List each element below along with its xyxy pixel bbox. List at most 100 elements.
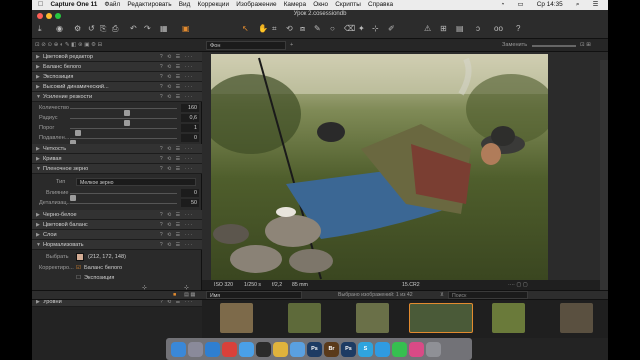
section-tools-icon[interactable]: ? ⟲ ☰ ··· — [160, 220, 194, 230]
sort-select[interactable]: Имя — [206, 291, 302, 299]
picker-tool-icon[interactable]: ⊹ — [372, 24, 379, 34]
dock-bridge-icon[interactable]: Br — [324, 341, 339, 357]
menu-file[interactable]: Файл — [101, 0, 124, 10]
section-tools-icon[interactable]: ? ⟲ ☰ ··· — [160, 210, 194, 220]
menu-scripts[interactable]: Скрипты — [332, 0, 365, 10]
main-photo[interactable] — [211, 54, 548, 281]
thumbnail[interactable] — [492, 303, 525, 333]
exposure-checkbox[interactable]: ☐ — [76, 273, 81, 283]
section-tools-icon[interactable]: ? ⟲ ☰ ··· — [160, 82, 194, 92]
circle-tool-icon[interactable]: ○ — [330, 24, 335, 34]
impact-slider[interactable] — [70, 193, 177, 201]
exposure-warning-icon[interactable]: ▤ — [456, 24, 464, 34]
section-sharpening[interactable]: ▼ Усиление резкости ? ⟲ ☰ ··· — [32, 92, 202, 102]
notification-icon[interactable]: ☰ — [589, 0, 602, 10]
dock-mail-icon[interactable] — [239, 341, 254, 357]
section-tools-icon[interactable]: ? ⟲ ☰ ··· — [160, 240, 194, 250]
amount-slider[interactable] — [70, 108, 177, 116]
rotate-tool-icon[interactable]: ⟲ — [286, 24, 293, 34]
section-color-editor[interactable]: ▶ Цветовой редактор ? ⟲ ☰ ··· — [32, 52, 202, 62]
dock-safari-icon[interactable] — [205, 341, 220, 357]
process-icon[interactable]: ⚙ — [74, 24, 81, 34]
list-view-icon[interactable]: ▤ ▦ — [184, 291, 195, 300]
section-tools-icon[interactable]: ? ⟲ ☰ ··· — [160, 92, 194, 102]
proof-icon[interactable]: ↄ — [476, 24, 480, 34]
section-curve[interactable]: ▶ Кривая ? ⟲ ☰ ··· — [32, 154, 202, 164]
zoom-slider[interactable] — [532, 45, 576, 47]
spot-tool-icon[interactable]: ✦ — [358, 24, 365, 34]
grid-view-icon[interactable]: ■ — [173, 291, 176, 300]
radius-value[interactable]: 0,6 — [181, 114, 199, 122]
dock-telegram-icon[interactable] — [375, 341, 390, 357]
section-tools-icon[interactable]: ? ⟲ ☰ ··· — [160, 230, 194, 240]
normalize-color-swatch[interactable] — [76, 253, 84, 261]
dock-premiere-icon[interactable]: Ps — [341, 341, 356, 357]
thumbnail[interactable] — [356, 303, 389, 333]
halo-value[interactable]: 0 — [181, 134, 199, 142]
section-tools-icon[interactable]: ? ⟲ ☰ ··· — [160, 62, 194, 72]
grain-type-select[interactable]: Мелкое зерно — [76, 178, 196, 186]
menu-help[interactable]: Справка — [364, 0, 396, 10]
search-input[interactable]: Поиск — [448, 291, 528, 299]
dock-trash-icon[interactable] — [426, 341, 441, 357]
undo-icon[interactable]: ↶ — [130, 24, 137, 34]
copy-icon[interactable]: ⎘ — [100, 24, 106, 34]
section-film-grain[interactable]: ▼ Пленочное зерно ? ⟲ ☰ ··· — [32, 164, 202, 174]
menu-window[interactable]: Окно — [310, 0, 332, 10]
apple-menu-icon[interactable]:  — [32, 0, 47, 10]
dock-whatsapp-icon[interactable] — [392, 341, 407, 357]
dock-capture-one-icon[interactable] — [256, 341, 271, 357]
section-tools-icon[interactable]: ? ⟲ ☰ ··· — [160, 72, 194, 82]
filter-icon[interactable]: ⊻ — [440, 291, 444, 300]
thumbnail-selected[interactable] — [409, 303, 473, 333]
section-color-balance[interactable]: ▶ Цветовой баланс ? ⟲ ☰ ··· — [32, 220, 202, 230]
menu-adjustments[interactable]: Коррекции — [194, 0, 233, 10]
clock[interactable]: Ср 14:35 — [533, 0, 566, 10]
radius-slider[interactable] — [70, 118, 177, 126]
menu-camera[interactable]: Камера — [280, 0, 310, 10]
right-scrollbar[interactable] — [600, 60, 608, 300]
section-tools-icon[interactable]: ? ⟲ ☰ ··· — [160, 144, 194, 154]
dock-finder2-icon[interactable] — [290, 341, 305, 357]
menu-view[interactable]: Вид — [175, 0, 194, 10]
image-viewer[interactable]: ISO 320 1/250 s f/2,2 85 mm 15.CR2 ···· … — [202, 52, 608, 290]
import-icon[interactable]: ⤓ — [38, 24, 42, 34]
brush-tool-icon[interactable]: ✎ — [314, 24, 321, 34]
battery-icon[interactable]: ▭ — [514, 0, 527, 10]
crop-tool-icon[interactable]: ⌗ — [272, 24, 277, 34]
viewer-mode-icon[interactable]: ▣ — [182, 24, 190, 34]
impact-value[interactable]: 0 — [181, 189, 199, 197]
pan-tool-icon[interactable]: ✋ — [258, 24, 268, 34]
section-exposure[interactable]: ▶ Экспозиция ? ⟲ ☰ ··· — [32, 72, 202, 82]
dock-chrome2-icon[interactable] — [273, 341, 288, 357]
dock-launchpad-icon[interactable] — [188, 341, 203, 357]
help-icon[interactable]: ? — [516, 24, 520, 34]
section-normalize[interactable]: ▼ Нормализовать ? ⟲ ☰ ··· — [32, 240, 202, 250]
section-layers[interactable]: ▶ Слои ? ⟲ ☰ ··· — [32, 230, 202, 240]
preset-select[interactable]: Фон — [206, 41, 286, 50]
grid-icon[interactable]: ⊞ — [440, 24, 447, 34]
apply-icon[interactable]: ⎙ — [112, 24, 118, 34]
white-balance-checkbox[interactable]: ☑ — [76, 263, 81, 273]
section-clarity[interactable]: ▶ Четкость ? ⟲ ☰ ··· — [32, 144, 202, 154]
section-black-white[interactable]: ▶ Черно-белое ? ⟲ ☰ ··· — [32, 210, 202, 220]
cursor-tool-icon[interactable]: ↖ — [242, 24, 249, 34]
threshold-value[interactable]: 1 — [181, 124, 199, 132]
menu-edit[interactable]: Редактировать — [124, 0, 175, 10]
reset-icon[interactable]: ↺ — [88, 24, 95, 34]
dock-skype-icon[interactable]: S — [358, 341, 373, 357]
halo-slider[interactable] — [70, 138, 177, 146]
menu-image[interactable]: Изображение — [233, 0, 280, 10]
add-layer-icon[interactable]: + — [290, 39, 293, 52]
dock-photoshop-icon[interactable]: Ps — [307, 341, 322, 357]
apply-label[interactable]: Заменить — [502, 39, 527, 52]
spotlight-icon[interactable]: ⌕ — [572, 0, 583, 10]
granularity-slider[interactable] — [70, 203, 177, 204]
thumbnail[interactable] — [560, 303, 593, 333]
thumbnail[interactable] — [220, 303, 253, 333]
section-tools-icon[interactable]: ? ⟲ ☰ ··· — [160, 164, 194, 174]
amount-value[interactable]: 160 — [181, 104, 199, 112]
warning-icon[interactable]: ⚠ — [424, 24, 431, 34]
threshold-slider[interactable] — [70, 128, 177, 136]
rating-stars-icon[interactable]: ···· ▢ ▢ — [508, 280, 528, 290]
